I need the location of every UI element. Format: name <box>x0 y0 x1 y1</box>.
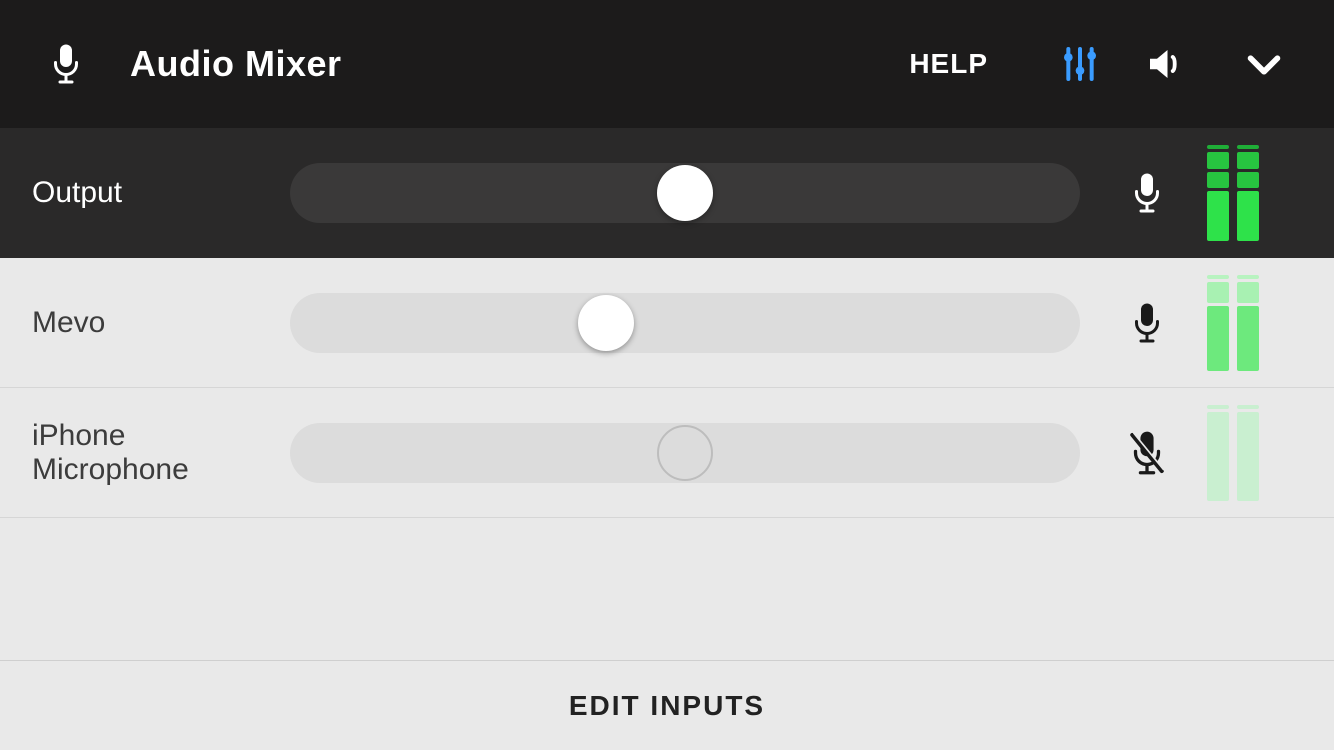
mixer-settings-button[interactable] <box>1050 34 1110 94</box>
iphone-level-meter <box>1202 405 1264 501</box>
iphone-volume-slider[interactable] <box>290 423 1080 483</box>
mevo-slider-thumb[interactable] <box>578 295 634 351</box>
input-row-mevo: Mevo <box>0 258 1334 388</box>
mevo-volume-slider[interactable] <box>290 293 1080 353</box>
help-button[interactable]: HELP <box>909 48 988 80</box>
edit-inputs-button[interactable]: EDIT INPUTS <box>569 690 765 722</box>
mevo-mute-button[interactable] <box>1102 301 1192 345</box>
footer-bar: EDIT INPUTS <box>0 660 1334 750</box>
output-label: Output <box>32 176 290 210</box>
output-level-meter <box>1202 145 1264 241</box>
output-volume-slider[interactable] <box>290 163 1080 223</box>
output-mute-button[interactable] <box>1102 171 1192 215</box>
mevo-level-meter <box>1202 275 1264 371</box>
chevron-down-icon[interactable] <box>1234 34 1294 94</box>
iphone-slider-thumb[interactable] <box>657 425 713 481</box>
header-bar: Audio Mixer HELP <box>0 0 1334 128</box>
title-wrap: Audio Mixer <box>48 42 342 86</box>
microphone-icon <box>48 42 84 86</box>
output-slider-thumb[interactable] <box>657 165 713 221</box>
input-row-iphone: iPhone Microphone <box>0 388 1334 518</box>
page-title: Audio Mixer <box>130 43 342 85</box>
speaker-button[interactable] <box>1134 34 1194 94</box>
input-label: Mevo <box>32 306 290 340</box>
output-row: Output <box>0 128 1334 258</box>
input-label: iPhone Microphone <box>32 419 290 487</box>
iphone-mute-button[interactable] <box>1102 430 1192 476</box>
